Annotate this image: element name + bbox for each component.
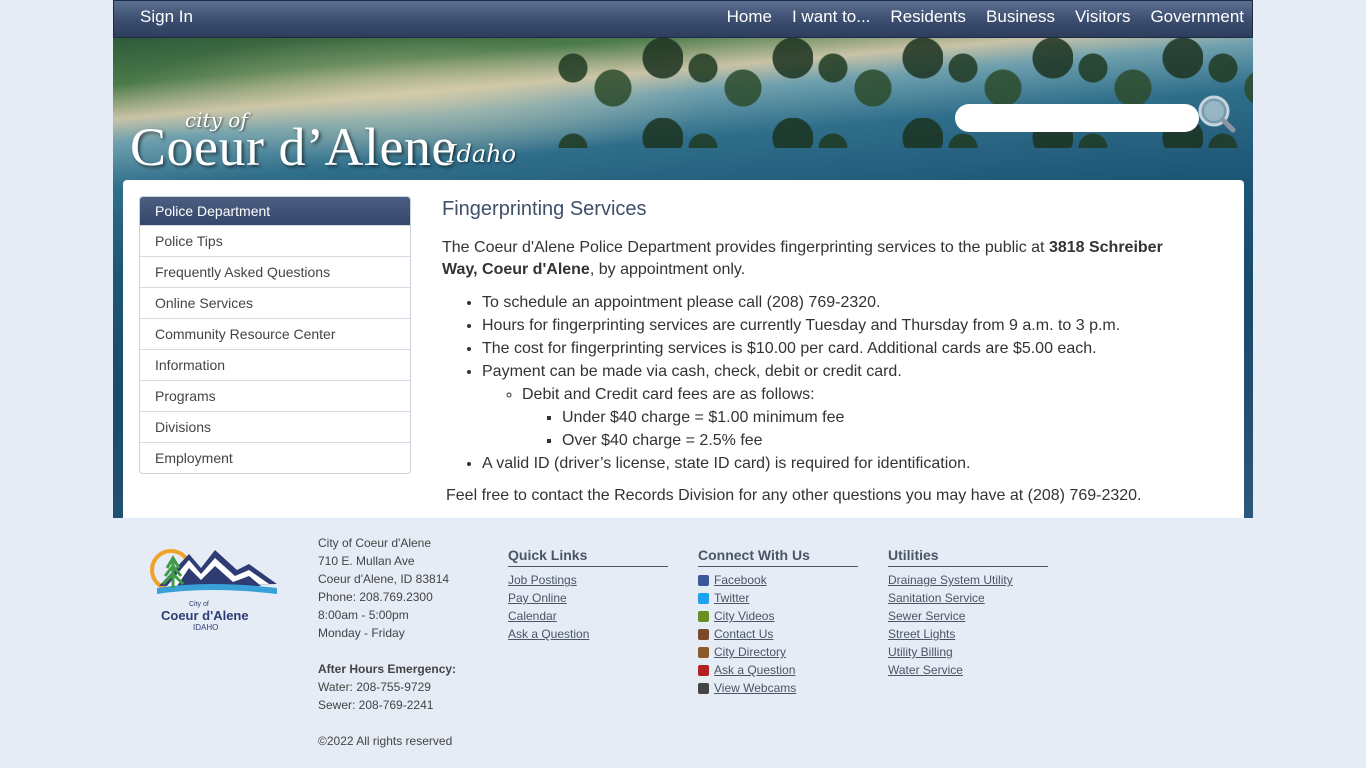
- sidebar-header-police-department[interactable]: Police Department: [140, 197, 410, 225]
- info-list: To schedule an appointment please call (…: [442, 291, 1202, 475]
- intro-paragraph: The Coeur d'Alene Police Department prov…: [442, 237, 1202, 281]
- footer-link-drainage[interactable]: Drainage System Utility: [888, 571, 1048, 589]
- outro-paragraph: Feel free to contact the Records Divisio…: [446, 487, 1142, 504]
- footer-link-ask-a-question[interactable]: Ask a Question: [508, 625, 668, 643]
- address-name: City of Coeur d'Alene: [318, 536, 432, 550]
- video-icon: [698, 610, 709, 622]
- sidebar-item-divisions[interactable]: Divisions: [140, 411, 410, 442]
- address-days: Monday - Friday: [318, 626, 405, 640]
- intro-text: The Coeur d'Alene Police Department prov…: [442, 239, 1049, 256]
- address-hours: 8:00am - 5:00pm: [318, 608, 409, 622]
- card-fees-text: Debit and Credit card fees are as follow…: [522, 386, 815, 403]
- sidebar-item-programs[interactable]: Programs: [140, 380, 410, 411]
- utilities-column: Utilities Drainage System Utility Sanita…: [888, 546, 1048, 679]
- footer-link-city-videos[interactable]: City Videos: [714, 607, 774, 625]
- nav-residents[interactable]: Residents: [890, 7, 966, 27]
- logo-state: Idaho: [447, 140, 517, 168]
- footer-link-street-lights[interactable]: Street Lights: [888, 625, 1048, 643]
- footer-link-twitter[interactable]: Twitter: [714, 589, 749, 607]
- nav-government[interactable]: Government: [1150, 7, 1244, 27]
- sub-list: Debit and Credit card fees are as follow…: [482, 383, 1202, 452]
- nav-home[interactable]: Home: [727, 7, 772, 27]
- list-item: Under $40 charge = $1.00 minimum fee: [562, 406, 1202, 429]
- footer-link-facebook[interactable]: Facebook: [714, 571, 767, 589]
- main-nav-links: Home I want to... Residents Business Vis…: [727, 7, 1244, 27]
- logo-city-name[interactable]: Coeur d’Alene: [130, 116, 456, 178]
- main-content: Fingerprinting Services The Coeur d'Alen…: [442, 198, 1202, 507]
- sidebar-item-employment[interactable]: Employment: [140, 442, 410, 473]
- address-phone: Phone: 208.769.2300: [318, 590, 433, 604]
- footer-link-contact-us[interactable]: Contact Us: [714, 625, 773, 643]
- sign-in-link[interactable]: Sign In: [140, 7, 193, 27]
- utilities-title: Utilities: [888, 546, 1048, 567]
- footer-logo-city-of: City of: [189, 601, 209, 608]
- footer-logo-name: Coeur d'Alene: [161, 608, 249, 623]
- city-address-block: City of Coeur d'Alene 710 E. Mullan Ave …: [318, 534, 456, 750]
- sidebar-item-online-services[interactable]: Online Services: [140, 287, 410, 318]
- content-card: Police Department Police Tips Frequently…: [123, 180, 1244, 518]
- footer: City of Coeur d'Alene IDAHO City of Coeu…: [0, 520, 1366, 768]
- sidebar-item-information[interactable]: Information: [140, 349, 410, 380]
- sidebar-item-community-resource-center[interactable]: Community Resource Center: [140, 318, 410, 349]
- footer-link-utility-billing[interactable]: Utility Billing: [888, 643, 1048, 661]
- list-item: Hours for fingerprinting services are cu…: [482, 314, 1202, 337]
- fee-list: Under $40 charge = $1.00 minimum fee Ove…: [522, 406, 1202, 452]
- footer-link-sewer[interactable]: Sewer Service: [888, 607, 1048, 625]
- nav-visitors[interactable]: Visitors: [1075, 7, 1130, 27]
- emergency-water: Water: 208-755-9729: [318, 680, 431, 694]
- footer-link-pay-online[interactable]: Pay Online: [508, 589, 668, 607]
- facebook-icon: [698, 574, 709, 586]
- emergency-sewer: Sewer: 208-769-2241: [318, 698, 434, 712]
- sidebar-item-faq[interactable]: Frequently Asked Questions: [140, 256, 410, 287]
- list-item: Over $40 charge = 2.5% fee: [562, 429, 1202, 452]
- sidebar-navigation: Police Department Police Tips Frequently…: [139, 196, 411, 474]
- list-item: The cost for fingerprinting services is …: [482, 337, 1202, 360]
- webcam-icon: [698, 682, 709, 694]
- payment-text: Payment can be made via cash, check, deb…: [482, 363, 902, 380]
- footer-logo-state: IDAHO: [193, 623, 218, 632]
- footer-link-ask-question[interactable]: Ask a Question: [714, 661, 795, 679]
- nav-business[interactable]: Business: [986, 7, 1055, 27]
- copyright: ©2022 All rights reserved: [318, 734, 453, 748]
- footer-logo[interactable]: City of Coeur d'Alene IDAHO: [137, 540, 281, 640]
- search-button[interactable]: [1195, 93, 1239, 137]
- sidebar-item-police-tips[interactable]: Police Tips: [140, 225, 410, 256]
- list-item: Payment can be made via cash, check, deb…: [482, 360, 1202, 452]
- header-banner: city of Coeur d’Alene Idaho Police Depar…: [113, 38, 1253, 518]
- footer-link-water-service[interactable]: Water Service: [888, 661, 1048, 679]
- search-input[interactable]: [955, 104, 1199, 132]
- emergency-label: After Hours Emergency:: [318, 662, 457, 676]
- twitter-icon: [698, 592, 709, 604]
- footer-link-job-postings[interactable]: Job Postings: [508, 571, 668, 589]
- quick-links-column: Quick Links Job Postings Pay Online Cale…: [508, 546, 668, 643]
- directory-icon: [698, 646, 709, 658]
- list-item: Debit and Credit card fees are as follow…: [522, 383, 1202, 452]
- page-title: Fingerprinting Services: [442, 198, 647, 220]
- top-navigation-bar: Sign In Home I want to... Residents Busi…: [113, 0, 1253, 38]
- list-item: To schedule an appointment please call (…: [482, 291, 1202, 314]
- footer-link-view-webcams[interactable]: View Webcams: [714, 679, 796, 697]
- footer-link-calendar[interactable]: Calendar: [508, 607, 668, 625]
- connect-title: Connect With Us: [698, 546, 858, 567]
- address-city: Coeur d'Alene, ID 83814: [318, 572, 450, 586]
- quick-links-title: Quick Links: [508, 546, 668, 567]
- footer-link-city-directory[interactable]: City Directory: [714, 643, 786, 661]
- connect-column: Connect With Us Facebook Twitter City Vi…: [698, 546, 858, 697]
- question-icon: [698, 664, 709, 676]
- nav-i-want-to[interactable]: I want to...: [792, 7, 870, 27]
- address-street: 710 E. Mullan Ave: [318, 554, 415, 568]
- magnifier-icon: [1198, 95, 1236, 133]
- contact-icon: [698, 628, 709, 640]
- footer-link-sanitation[interactable]: Sanitation Service: [888, 589, 1048, 607]
- intro-text-end: , by appointment only.: [589, 261, 746, 278]
- list-item: A valid ID (driver’s license, state ID c…: [482, 452, 1202, 475]
